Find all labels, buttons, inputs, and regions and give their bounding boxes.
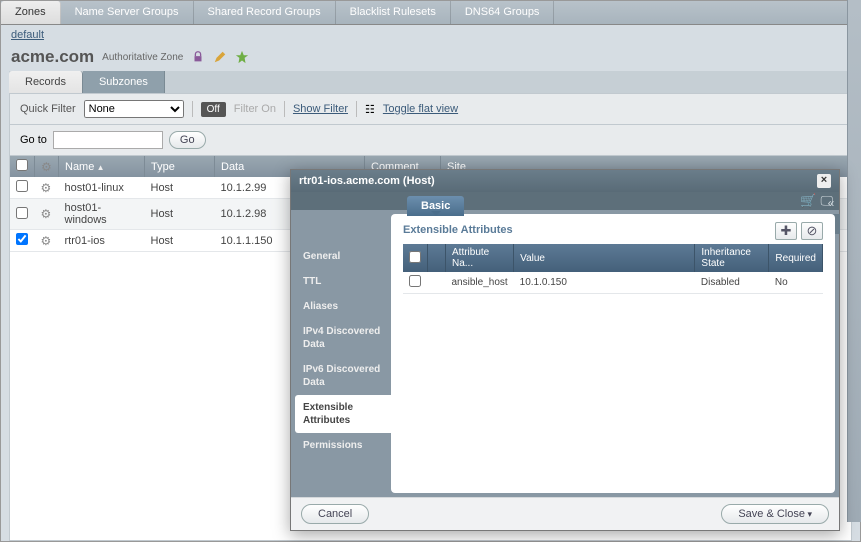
ea-col-name[interactable]: Attribute Na... [446, 244, 514, 272]
zone-type: Authoritative Zone [102, 52, 183, 63]
side-toolbar[interactable] [847, 0, 861, 522]
subtab-records[interactable]: Records [9, 71, 83, 93]
edit-icon[interactable] [213, 50, 227, 64]
ea-grid: Attribute Na... Value Inheritance State … [403, 240, 823, 294]
menu-ttl[interactable]: TTL [295, 269, 391, 294]
cell-type: Host [145, 230, 215, 252]
select-all-checkbox[interactable] [16, 159, 28, 171]
goto-button[interactable]: Go [169, 131, 206, 149]
tab-nsg[interactable]: Name Server Groups [61, 1, 194, 24]
top-nav: Zones Name Server Groups Shared Record G… [1, 1, 860, 25]
cell-type: Host [145, 199, 215, 230]
ea-cell-name: ansible_host [446, 272, 514, 294]
lock-icon[interactable] [191, 50, 205, 64]
modal-sidemenu: General TTL Aliases IPv4 Discovered Data… [295, 214, 391, 493]
tab-dns64[interactable]: DNS64 Groups [451, 1, 555, 24]
host-editor-modal: rtr01-ios.acme.com (Host) × 🛒 🖵 « ? Gene… [290, 169, 840, 531]
cell-type: Host [145, 177, 215, 199]
row-checkbox[interactable] [16, 180, 28, 192]
modal-toolbar: 🛒 🖵 [291, 192, 839, 210]
menu-general[interactable]: General [295, 244, 391, 269]
goto-input[interactable] [53, 131, 163, 149]
modal-title: rtr01-ios.acme.com (Host) [299, 175, 435, 187]
zone-name: acme.com [11, 47, 94, 67]
cell-name: host01-windows [59, 199, 145, 230]
cancel-button[interactable]: Cancel [301, 504, 369, 524]
filter-toolbar: Quick Filter None Off Filter On Show Fil… [9, 93, 852, 125]
col-name[interactable]: Name [59, 156, 145, 177]
goto-row: Go to Go [9, 125, 852, 156]
gear-icon[interactable]: ⚙ [41, 160, 52, 174]
cell-name: host01-linux [59, 177, 145, 199]
quick-filter-label: Quick Filter [20, 103, 76, 115]
menu-ext-attr[interactable]: Extensible Attributes [295, 395, 391, 433]
filter-on-label: Filter On [234, 103, 276, 115]
zone-titlebar: acme.com Authoritative Zone [1, 45, 860, 71]
tab-zones[interactable]: Zones [1, 1, 61, 24]
cell-name: rtr01-ios [59, 230, 145, 252]
menu-ipv4[interactable]: IPv4 Discovered Data [295, 319, 391, 357]
breadcrumb-parent[interactable]: default [11, 29, 44, 41]
row-gear-icon[interactable]: ⚙ [41, 181, 52, 195]
ea-cell-inherit: Disabled [695, 272, 769, 294]
tab-blacklist[interactable]: Blacklist Rulesets [336, 1, 451, 24]
close-icon[interactable]: × [817, 174, 831, 188]
subtab-subzones[interactable]: Subzones [83, 71, 165, 93]
goto-label: Go to [20, 134, 47, 146]
row-gear-icon[interactable]: ⚙ [41, 234, 52, 248]
row-checkbox[interactable] [16, 207, 28, 219]
ea-col-required[interactable]: Required [769, 244, 823, 272]
menu-permissions[interactable]: Permissions [295, 433, 391, 458]
tree-icon[interactable]: ☷ [365, 103, 375, 116]
col-type[interactable]: Type [145, 156, 215, 177]
subtabs: Records Subzones [9, 71, 852, 93]
quick-filter-select[interactable]: None [84, 100, 184, 118]
show-filter-link[interactable]: Show Filter [293, 103, 348, 115]
ea-cell-value: 10.1.0.150 [514, 272, 695, 294]
panel: Basic Extensible Attributes ✚ ⊘ Attribut… [391, 214, 835, 493]
row-gear-icon[interactable]: ⚙ [41, 207, 52, 221]
menu-ipv6[interactable]: IPv6 Discovered Data [295, 357, 391, 395]
filter-off-button[interactable]: Off [201, 102, 226, 117]
ea-row[interactable]: ansible_host 10.1.0.150 Disabled No [403, 272, 823, 294]
tab-srg[interactable]: Shared Record Groups [194, 1, 336, 24]
ea-row-checkbox[interactable] [409, 275, 421, 287]
row-checkbox[interactable] [16, 233, 28, 245]
add-attr-button[interactable]: ✚ [775, 222, 797, 240]
ea-col-inherit[interactable]: Inheritance State [695, 244, 769, 272]
star-icon[interactable] [235, 50, 249, 64]
cart-icon[interactable]: 🛒 [800, 193, 816, 209]
ea-cell-required: No [769, 272, 823, 294]
breadcrumb: default [1, 25, 860, 45]
collapse-arrow-icon[interactable]: « [822, 196, 840, 210]
remove-attr-button[interactable]: ⊘ [801, 222, 823, 240]
toggle-flat-link[interactable]: Toggle flat view [383, 103, 458, 115]
ea-col-value[interactable]: Value [514, 244, 695, 272]
ea-select-all[interactable] [409, 251, 421, 263]
basic-tab[interactable]: Basic [407, 196, 464, 216]
save-close-button[interactable]: Save & Close [721, 504, 829, 524]
menu-aliases[interactable]: Aliases [295, 294, 391, 319]
